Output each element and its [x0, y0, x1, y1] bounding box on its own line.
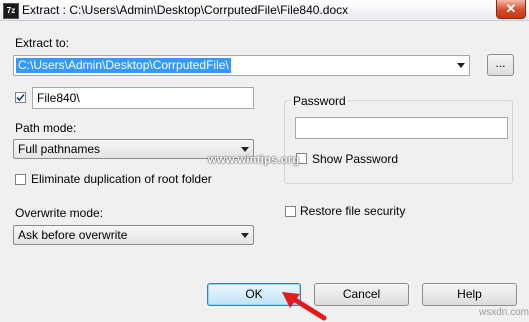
- subfolder-input[interactable]: File840\: [32, 87, 254, 109]
- extract-to-path: C:\Users\Admin\Desktop\CorrputedFile\: [16, 58, 231, 73]
- corner-watermark: wsxdn.com: [479, 307, 529, 318]
- eliminate-duplication-checkbox[interactable]: [15, 174, 26, 185]
- password-input[interactable]: [295, 117, 508, 139]
- extract-to-label: Extract to:: [15, 36, 70, 50]
- app-icon: 7z: [3, 3, 19, 19]
- show-password-label[interactable]: Show Password: [312, 152, 398, 166]
- path-mode-label: Path mode:: [15, 121, 77, 135]
- site-watermark: www.wintips.org: [208, 154, 300, 166]
- overwrite-mode-label: Overwrite mode:: [15, 206, 104, 220]
- password-group: [284, 100, 513, 184]
- subfolder-value: File840\: [37, 91, 80, 105]
- red-arrow-icon: [282, 292, 327, 321]
- help-button[interactable]: Help: [422, 283, 517, 306]
- restore-security-checkbox[interactable]: [285, 206, 296, 217]
- password-label: Password: [291, 94, 348, 108]
- restore-security-label[interactable]: Restore file security: [300, 204, 405, 218]
- subfolder-checkbox[interactable]: [15, 92, 26, 103]
- checkmark-icon: [16, 93, 25, 102]
- eliminate-duplication-label[interactable]: Eliminate duplication of root folder: [31, 172, 212, 186]
- extract-to-combobox[interactable]: C:\Users\Admin\Desktop\CorrputedFile\: [13, 55, 470, 76]
- overwrite-mode-select[interactable]: Ask before overwrite: [13, 225, 254, 245]
- window-title: Extract : C:\Users\Admin\Desktop\Corrput…: [22, 3, 349, 17]
- browse-button[interactable]: ...: [487, 54, 514, 76]
- chevron-down-icon[interactable]: [453, 56, 469, 75]
- close-button[interactable]: ✕: [496, 0, 526, 19]
- path-mode-value: Full pathnames: [18, 142, 101, 156]
- chevron-down-icon: [237, 226, 253, 244]
- overwrite-mode-value: Ask before overwrite: [18, 228, 128, 242]
